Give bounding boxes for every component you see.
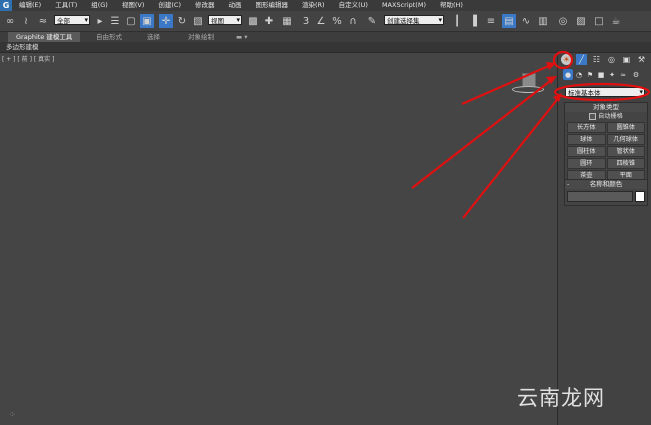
menu-graph-editors[interactable]: 图形编辑器 <box>249 0 296 11</box>
create-category-icons: ● ◔ ⚑ ■ ✦ ≈ ⚙ <box>558 69 651 81</box>
menu-help[interactable]: 帮助(H) <box>433 0 470 11</box>
object-type-rollout: 对象类型 自动栅格 长方体 圆锥体 球体 几何球体 圆柱体 管状体 圆环 四棱锥… <box>564 102 648 185</box>
schematic-view-icon[interactable]: ▥ <box>536 14 550 28</box>
create-tab-icon[interactable]: ☀ <box>561 54 572 65</box>
viewport-label[interactable]: [ + ] [ 前 ] [ 真实 ] <box>2 54 54 63</box>
helpers-icon[interactable]: ✦ <box>607 69 617 80</box>
app-logo-button[interactable]: G <box>0 0 12 11</box>
object-type-buttons: 长方体 圆锥体 球体 几何球体 圆柱体 管状体 圆环 四棱锥 茶壶 平面 <box>565 121 647 184</box>
lights-icon[interactable]: ⚑ <box>585 69 595 80</box>
select-manipulate-icon[interactable]: ✚ <box>262 14 276 28</box>
mirror-icon[interactable]: ┃ <box>450 14 464 28</box>
scale-icon[interactable]: ▧ <box>191 14 205 28</box>
ribbon-sub-label[interactable]: 多边形建模 <box>6 42 39 52</box>
cameras-icon[interactable]: ■ <box>596 69 606 80</box>
selection-filter-select[interactable]: 全部 <box>54 15 90 25</box>
tab-object-paint[interactable]: 对象绘制 <box>188 32 214 42</box>
menu-animation[interactable]: 动画 <box>222 0 249 11</box>
name-color-title: 名称和颜色 <box>589 180 623 188</box>
pivot-center-icon[interactable]: ▩ <box>246 14 260 28</box>
rendered-frame-icon[interactable]: □ <box>592 14 606 28</box>
command-panel-tabs: ☀ ╱ ☷ ◎ ▣ ⚒ <box>558 53 651 67</box>
geometry-icon[interactable]: ● <box>563 69 573 80</box>
name-color-rollout: - 名称和颜色 <box>564 179 648 206</box>
object-color-swatch[interactable] <box>635 191 645 202</box>
tab-freeform[interactable]: 自由形式 <box>96 32 122 42</box>
tab-selection[interactable]: 选择 <box>147 32 160 42</box>
menu-customize[interactable]: 自定义(U) <box>332 0 375 11</box>
bind-spacewarp-icon[interactable]: ≈ <box>36 14 50 28</box>
render-production-icon[interactable]: ☕ <box>609 14 623 28</box>
command-panel: ☀ ╱ ☷ ◎ ▣ ⚒ ● ◔ ⚑ ■ ✦ ≈ ⚙ 标准基本体 对象类型 自动栅… <box>557 53 651 425</box>
collapse-icon: - <box>567 180 570 188</box>
menu-rendering[interactable]: 渲染(R) <box>295 0 332 11</box>
link-icon[interactable]: ∞ <box>3 14 17 28</box>
menu-create[interactable]: 创建(C) <box>151 0 188 11</box>
snaps-toggle-icon[interactable]: 3 <box>299 14 313 28</box>
graphite-toggle-icon[interactable]: ▤ <box>502 14 516 28</box>
percent-snap-icon[interactable]: % <box>330 14 344 28</box>
corner-mark: ⁘ <box>9 410 16 419</box>
object-type-header[interactable]: 对象类型 <box>565 103 647 112</box>
render-setup-icon[interactable]: ▨ <box>574 14 588 28</box>
align-icon[interactable]: ▐ <box>466 14 480 28</box>
checkbox-icon[interactable] <box>589 112 597 120</box>
reference-coord-select[interactable]: 视图 <box>208 15 242 25</box>
box-button[interactable]: 长方体 <box>567 122 606 133</box>
tab-graphite-modeling[interactable]: Graphite 建模工具 <box>8 32 81 42</box>
menu-bar: G 编辑(E) 工具(T) 组(G) 视图(V) 创建(C) 修改器 动画 图形… <box>0 0 651 11</box>
menu-modifiers[interactable]: 修改器 <box>188 0 222 11</box>
rectangle-selection-icon[interactable]: ▢ <box>124 14 138 28</box>
ribbon-tab-bar: Graphite 建模工具 自由形式 选择 对象绘制 ▬ ▾ <box>0 32 651 42</box>
window-crossing-icon[interactable]: ▣ <box>140 14 154 28</box>
angle-snap-icon[interactable]: ∠ <box>314 14 328 28</box>
menu-views[interactable]: 视图(V) <box>115 0 152 11</box>
cone-button[interactable]: 圆锥体 <box>606 122 645 133</box>
curve-editor-icon[interactable]: ∿ <box>519 14 533 28</box>
geosphere-button[interactable]: 几何球体 <box>606 134 645 145</box>
modify-tab-icon[interactable]: ╱ <box>576 54 587 65</box>
front-viewport[interactable]: [ + ] [ 前 ] [ 真实 ] <box>0 53 556 425</box>
spacewarps-icon[interactable]: ≈ <box>618 69 628 80</box>
named-selection-select[interactable]: 创建选择集 <box>384 15 444 25</box>
auto-grid-checkbox[interactable]: 自动栅格 <box>565 112 647 121</box>
ribbon-options-icon[interactable]: ▬ ▾ <box>236 32 247 42</box>
menu-group[interactable]: 组(G) <box>84 0 115 11</box>
select-object-icon[interactable]: ▸ <box>93 14 107 28</box>
pyramid-button[interactable]: 四棱锥 <box>606 158 645 169</box>
rotate-icon[interactable]: ↻ <box>175 14 189 28</box>
keyboard-shortcut-icon[interactable]: ▦ <box>280 14 294 28</box>
primitive-category-select[interactable]: 标准基本体 <box>565 87 645 97</box>
name-color-header[interactable]: - 名称和颜色 <box>565 180 647 189</box>
ribbon-panel: 多边形建模 <box>0 42 651 53</box>
hierarchy-tab-icon[interactable]: ☷ <box>591 54 602 65</box>
object-name-input[interactable] <box>567 191 633 202</box>
cylinder-button[interactable]: 圆柱体 <box>567 146 606 157</box>
object-type-title: 对象类型 <box>593 103 619 111</box>
sphere-button[interactable]: 球体 <box>567 134 606 145</box>
viewcube-icon[interactable] <box>512 71 544 93</box>
auto-grid-label: 自动栅格 <box>598 113 623 120</box>
unlink-icon[interactable]: ≀ <box>19 14 33 28</box>
motion-tab-icon[interactable]: ◎ <box>606 54 617 65</box>
display-tab-icon[interactable]: ▣ <box>621 54 632 65</box>
menu-maxscript[interactable]: MAXScript(M) <box>375 0 433 11</box>
utilities-tab-icon[interactable]: ⚒ <box>636 54 647 65</box>
main-toolbar: ∞ ≀ ≈ 全部 ▸ ☰ ▢ ▣ ✛ ↻ ▧ 视图 ▩ ✚ ▦ 3 ∠ % ∩ … <box>0 11 651 32</box>
tube-button[interactable]: 管状体 <box>606 146 645 157</box>
menu-tools[interactable]: 工具(T) <box>48 0 84 11</box>
select-by-name-icon[interactable]: ☰ <box>108 14 122 28</box>
edit-named-selection-icon[interactable]: ✎ <box>365 14 379 28</box>
move-icon[interactable]: ✛ <box>159 14 173 28</box>
menu-edit[interactable]: 编辑(E) <box>12 0 48 11</box>
shapes-icon[interactable]: ◔ <box>574 69 584 80</box>
layer-manager-icon[interactable]: ≡ <box>484 14 498 28</box>
watermark-text: 云南龙网 <box>517 386 605 410</box>
material-editor-icon[interactable]: ◎ <box>556 14 570 28</box>
systems-icon[interactable]: ⚙ <box>631 69 641 80</box>
spinner-snap-icon[interactable]: ∩ <box>346 14 360 28</box>
torus-button[interactable]: 圆环 <box>567 158 606 169</box>
name-color-row <box>565 189 647 205</box>
